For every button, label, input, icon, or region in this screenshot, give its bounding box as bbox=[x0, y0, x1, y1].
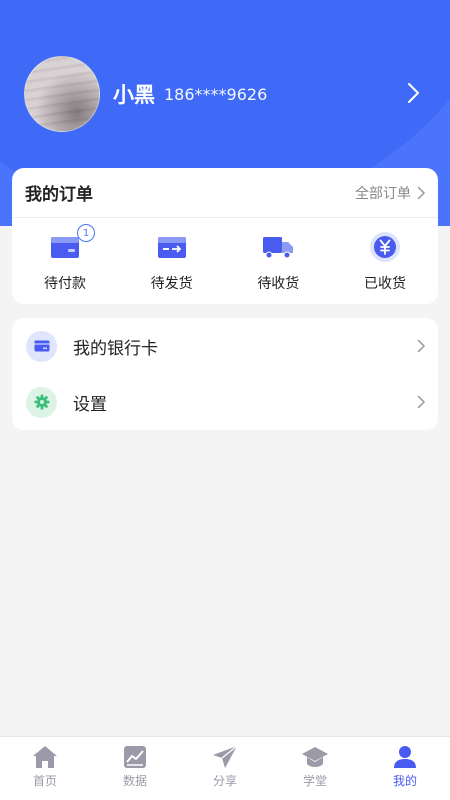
graduation-cap-icon bbox=[302, 747, 328, 767]
bank-card-icon bbox=[26, 330, 57, 362]
home-icon bbox=[33, 746, 57, 768]
paper-plane-icon bbox=[213, 745, 238, 768]
order-status-pending-shipment[interactable]: 待发货 bbox=[119, 230, 225, 293]
order-status-pending-receipt[interactable]: 待收货 bbox=[225, 230, 331, 293]
all-orders-link[interactable]: 全部订单 bbox=[355, 183, 426, 203]
chevron-right-icon bbox=[417, 339, 426, 353]
chevron-right-icon[interactable] bbox=[400, 80, 426, 106]
user-icon bbox=[394, 746, 416, 768]
chart-icon bbox=[124, 746, 146, 768]
menu-item-label: 我的银行卡 bbox=[73, 338, 158, 359]
tab-label: 首页 bbox=[32, 774, 57, 788]
pending-payment-badge: 1 bbox=[77, 224, 95, 242]
wallet-card-icon: 1 bbox=[47, 224, 95, 264]
order-status-label: 待收货 bbox=[257, 276, 300, 292]
order-status-pending-payment[interactable]: 1 待付款 bbox=[12, 224, 118, 293]
orders-title: 我的订单 bbox=[25, 185, 93, 205]
delivery-truck-icon bbox=[260, 230, 296, 264]
phone-number: 186****9626 bbox=[164, 84, 268, 104]
tab-home[interactable]: 首页 bbox=[0, 737, 90, 800]
tab-share[interactable]: 分享 bbox=[180, 737, 270, 800]
orders-header: 我的订单 全部订单 bbox=[12, 168, 438, 218]
username: 小黑 bbox=[113, 83, 155, 107]
tab-label: 我的 bbox=[392, 774, 417, 788]
menu-item-settings[interactable]: 设置 bbox=[12, 374, 438, 430]
bottom-tab-bar: 首页 数据 分享 学堂 我的 bbox=[0, 736, 450, 800]
all-orders-label: 全部订单 bbox=[355, 185, 411, 202]
order-status-label: 待发货 bbox=[150, 276, 193, 292]
menu-item-label: 设置 bbox=[73, 394, 107, 415]
tab-label: 学堂 bbox=[302, 774, 327, 788]
tab-data[interactable]: 数据 bbox=[90, 737, 180, 800]
avatar[interactable] bbox=[24, 56, 100, 132]
order-status-row: 1 待付款 待发货 待收货 已收货 bbox=[12, 218, 438, 293]
tab-mine[interactable]: 我的 bbox=[360, 737, 450, 800]
chevron-right-icon bbox=[417, 186, 426, 199]
yen-coin-icon bbox=[367, 230, 403, 264]
menu-card: 我的银行卡 设置 bbox=[12, 318, 438, 430]
order-status-received[interactable]: 已收货 bbox=[332, 230, 438, 293]
menu-item-bank-card[interactable]: 我的银行卡 bbox=[12, 318, 438, 374]
tab-label: 分享 bbox=[212, 774, 237, 788]
profile-row[interactable]: 小黑 186****9626 bbox=[24, 56, 434, 132]
tab-label: 数据 bbox=[122, 774, 147, 788]
gear-icon bbox=[26, 386, 57, 418]
orders-card: 我的订单 全部订单 1 待付款 待发货 待收货 已收货 bbox=[12, 168, 438, 304]
shipping-card-icon bbox=[154, 230, 190, 264]
tab-academy[interactable]: 学堂 bbox=[270, 737, 360, 800]
order-status-label: 待付款 bbox=[44, 276, 86, 292]
order-status-label: 已收货 bbox=[363, 276, 406, 292]
chevron-right-icon bbox=[417, 395, 426, 409]
